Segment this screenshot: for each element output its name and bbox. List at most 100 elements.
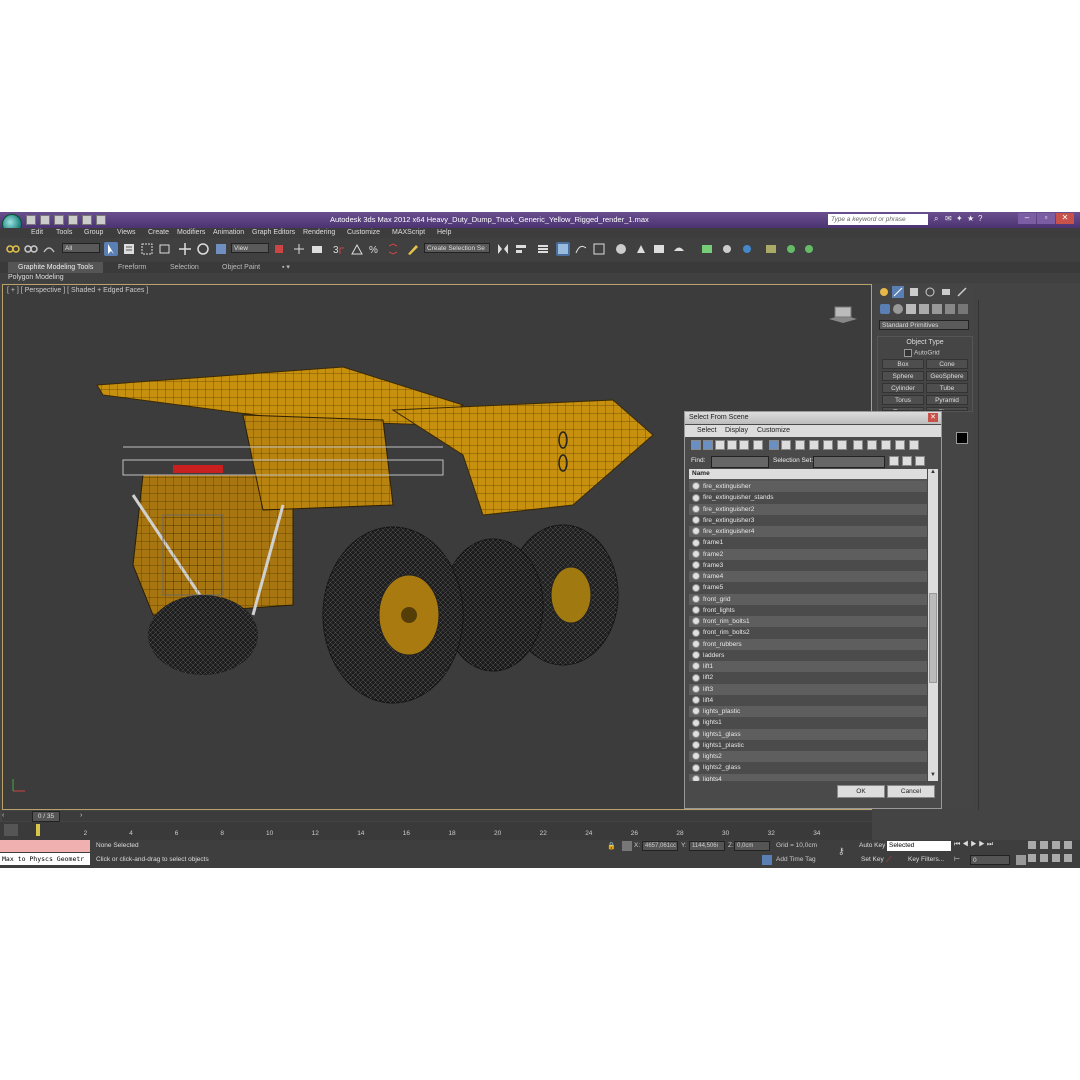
tube-button[interactable]: Tube (926, 383, 968, 393)
display-none-icon[interactable] (867, 440, 877, 450)
mini-curve-editor-icon[interactable] (4, 824, 18, 836)
list-item[interactable]: frame2 (689, 548, 927, 560)
selection-filter-select[interactable]: All (62, 243, 100, 253)
prev-key-icon[interactable]: ◀ (962, 841, 968, 848)
render-production-icon[interactable] (672, 242, 686, 256)
set-key-icon[interactable]: ⟋ (886, 855, 898, 865)
maxscript-mini-listener[interactable]: Max to Physcs Geometr (0, 853, 90, 865)
play-icon[interactable]: ▶ (970, 841, 976, 848)
modify-tab-icon[interactable] (892, 286, 904, 298)
select-by-name-icon[interactable] (122, 242, 136, 256)
display-tab-icon[interactable] (940, 286, 952, 298)
key-filters-button[interactable]: Key Filters... (908, 856, 944, 863)
box-button[interactable]: Box (882, 359, 924, 369)
display-groups-icon[interactable] (769, 440, 779, 450)
menu-rendering[interactable]: Rendering (303, 228, 335, 238)
auto-key-button[interactable]: Auto Key (859, 842, 885, 849)
scroll-up-icon[interactable]: ▲ (929, 469, 937, 477)
extra-tool-4-icon[interactable] (764, 242, 778, 256)
list-item[interactable]: lift4 (689, 694, 927, 706)
reference-coordinate-select[interactable]: View (231, 243, 269, 253)
dialog-menu-display[interactable]: Display (725, 426, 748, 436)
current-frame-field[interactable]: 0 (970, 855, 1010, 865)
dump-truck-model[interactable] (93, 365, 663, 705)
display-cameras-icon[interactable] (727, 440, 737, 450)
list-item[interactable]: lights1_plastic (689, 739, 927, 751)
list-item[interactable]: lift1 (689, 661, 927, 673)
ok-button[interactable]: OK (837, 785, 885, 798)
keyboard-shortcut-icon[interactable] (310, 242, 324, 256)
polygon-modeling-label[interactable]: Polygon Modeling (8, 274, 64, 281)
list-item[interactable]: lights_plastic (689, 706, 927, 718)
filter-options-icon[interactable] (909, 440, 919, 450)
extra-tool-2-icon[interactable] (720, 242, 734, 256)
viewcube-icon[interactable] (825, 305, 861, 325)
geosphere-button[interactable]: GeoSphere (926, 371, 968, 381)
display-invert-icon[interactable] (881, 440, 891, 450)
pan-icon[interactable] (1040, 854, 1048, 862)
maxscript-listener-output[interactable] (0, 840, 90, 852)
hierarchy-tab-icon[interactable] (908, 286, 920, 298)
material-editor-icon[interactable] (614, 242, 628, 256)
dialog-menu-select[interactable]: Select (697, 426, 716, 436)
tab-selection[interactable]: Selection (160, 262, 209, 273)
window-crossing-icon[interactable] (158, 242, 172, 256)
display-all-icon[interactable] (853, 440, 863, 450)
helpers-icon[interactable] (932, 304, 942, 314)
maximize-viewport-icon[interactable] (1064, 854, 1072, 862)
next-frame-icon[interactable]: › (80, 812, 82, 819)
extra-tool-1-icon[interactable] (700, 242, 714, 256)
next-key-icon[interactable]: ▶ (979, 841, 985, 848)
list-item[interactable]: frame3 (689, 559, 927, 571)
project-folder-icon[interactable] (96, 215, 106, 225)
list-item[interactable]: ladders (689, 649, 927, 661)
align-icon[interactable] (514, 242, 528, 256)
snaps-toggle-icon[interactable]: 3 (332, 242, 346, 256)
tab-object-paint[interactable]: Object Paint (212, 262, 270, 273)
scale-icon[interactable] (214, 242, 228, 256)
space-warps-icon[interactable] (945, 304, 955, 314)
mirror-icon[interactable] (496, 242, 510, 256)
cancel-button[interactable]: Cancel (887, 785, 935, 798)
list-item[interactable]: fire_extinguisher4 (689, 526, 927, 538)
menu-help[interactable]: Help (437, 228, 451, 238)
y-coordinate-field[interactable]: 1144,506i (689, 841, 725, 851)
select-object-icon[interactable] (104, 242, 118, 256)
display-hidden-icon[interactable] (837, 440, 847, 450)
zoom-all-icon[interactable] (1040, 841, 1048, 849)
manipulate-icon[interactable] (292, 242, 306, 256)
zoom-extents-icon[interactable] (1052, 841, 1060, 849)
orbit-icon[interactable] (1052, 854, 1060, 862)
absolute-mode-icon[interactable] (622, 841, 632, 851)
rendered-frame-icon[interactable] (652, 242, 666, 256)
dialog-menu-customize[interactable]: Customize (757, 426, 790, 436)
ribbon-options-icon[interactable]: ▪ ▾ (272, 262, 300, 273)
field-of-view-icon[interactable] (1028, 854, 1036, 862)
minimize-icon[interactable]: – (1018, 213, 1036, 224)
select-invert-icon[interactable] (915, 456, 925, 466)
filter-icon[interactable] (895, 440, 905, 450)
pyramid-button[interactable]: Pyramid (926, 395, 968, 405)
primitive-category-select[interactable]: Standard Primitives (879, 320, 969, 330)
list-item[interactable]: lift2 (689, 672, 927, 684)
list-item[interactable]: lights1 (689, 717, 927, 729)
time-slider[interactable]: ‹ 0 / 35 › (2, 811, 872, 822)
cylinder-button[interactable]: Cylinder (882, 383, 924, 393)
help-icon[interactable]: ? (978, 215, 985, 223)
display-geometry-icon[interactable] (691, 440, 701, 450)
restore-icon[interactable]: ▫ (1037, 213, 1055, 224)
menu-modifiers[interactable]: Modifiers (177, 228, 205, 238)
shapes-icon[interactable] (893, 304, 903, 314)
list-item[interactable]: front_grid (689, 593, 927, 605)
tab-graphite-modeling-tools[interactable]: Graphite Modeling Tools (8, 262, 104, 273)
list-item[interactable]: lights2_glass (689, 762, 927, 774)
tab-freeform[interactable]: Freeform (108, 262, 156, 273)
scroll-down-icon[interactable]: ▼ (929, 772, 937, 780)
pivot-icon[interactable] (272, 242, 286, 256)
cameras-icon[interactable] (919, 304, 929, 314)
object-list[interactable]: Name fire_extinguisher fire_extinguisher_… (689, 469, 927, 781)
spinner-snap-icon[interactable] (386, 242, 400, 256)
layer-manager-icon[interactable] (536, 242, 550, 256)
list-item[interactable]: lift3 (689, 683, 927, 695)
autogrid-checkbox[interactable]: AutoGrid (904, 349, 940, 357)
